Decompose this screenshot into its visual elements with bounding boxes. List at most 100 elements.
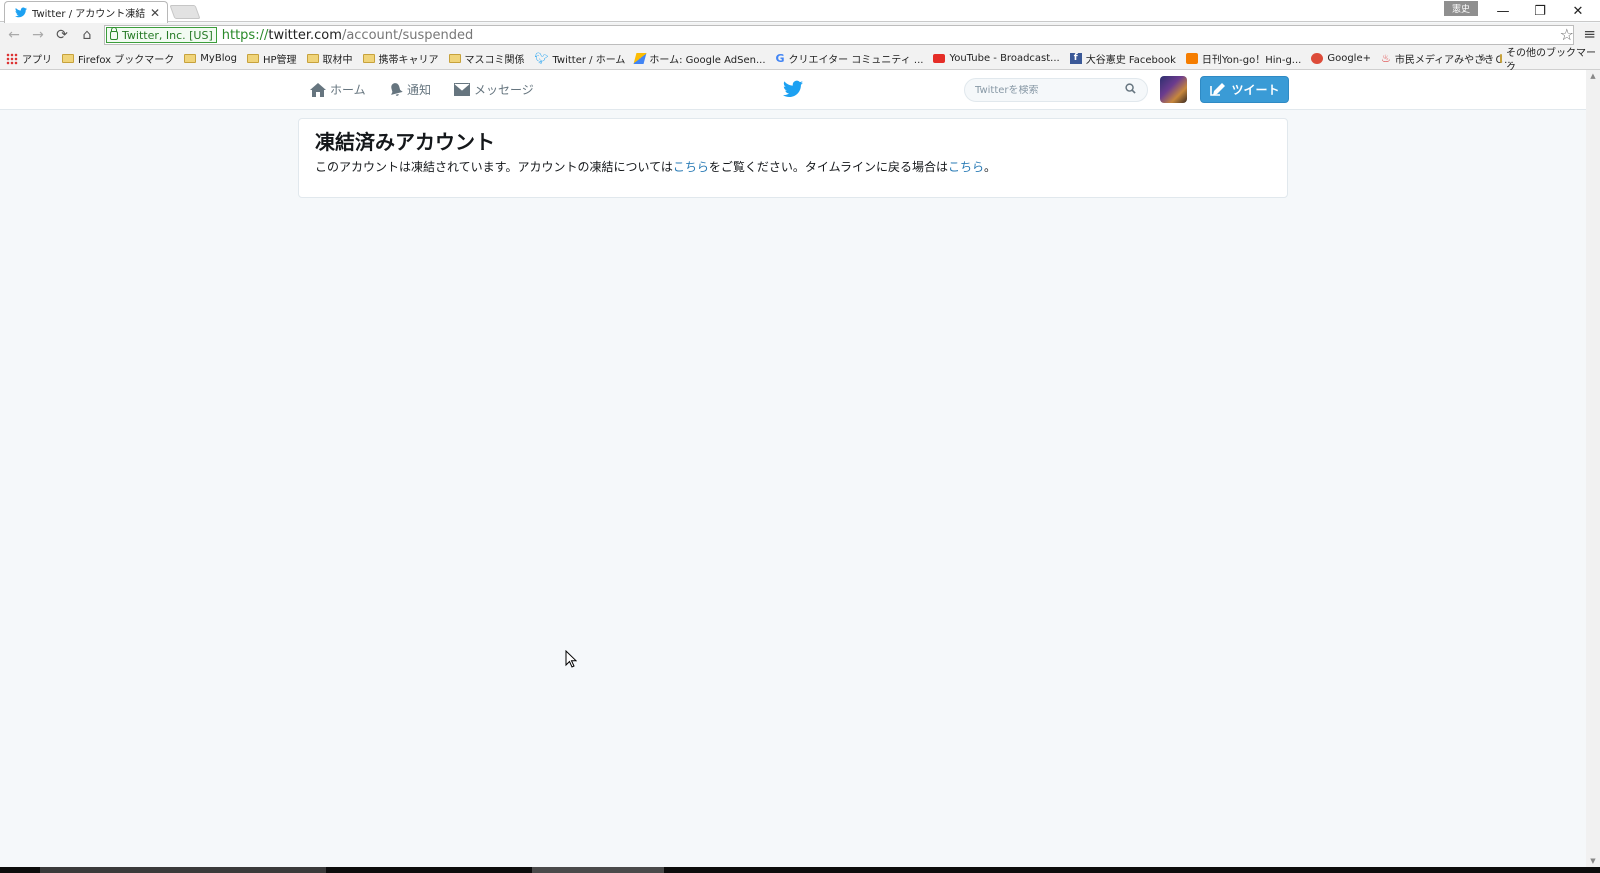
bookmark-item[interactable]: 取材中 bbox=[306, 51, 353, 66]
timeline-link[interactable]: こちら bbox=[948, 160, 984, 174]
security-chip[interactable]: Twitter, Inc. [US] bbox=[106, 26, 217, 43]
tweet-button[interactable]: ツイート bbox=[1200, 76, 1289, 103]
restore-button[interactable]: ❐ bbox=[1528, 2, 1552, 20]
google-plus-icon bbox=[1311, 53, 1324, 64]
bell-icon bbox=[391, 82, 403, 96]
back-button[interactable]: ← bbox=[5, 26, 23, 44]
browser-toolbar: ← → ⟳ ⌂ Twitter, Inc. [US] https://twitt… bbox=[0, 23, 1600, 48]
folder-icon bbox=[246, 54, 259, 63]
folder-icon bbox=[184, 54, 197, 63]
compose-icon bbox=[1210, 82, 1226, 96]
folder-icon bbox=[362, 54, 375, 63]
tweet-button-label: ツイート bbox=[1231, 83, 1280, 97]
bookmark-label: 日刊Yon-go！Hin-g... bbox=[1201, 55, 1302, 66]
bookmark-label: Google+ bbox=[1327, 53, 1371, 64]
os-taskbar bbox=[0, 867, 1600, 873]
twitter-bird-icon bbox=[15, 7, 27, 18]
bookmark-label: YouTube - Broadcast... bbox=[949, 53, 1060, 64]
message-text: このアカウントは凍結されています。アカウントの凍結については bbox=[315, 160, 673, 174]
facebook-icon: f bbox=[1069, 53, 1082, 64]
bookmark-item[interactable]: マスコミ関係 bbox=[448, 51, 525, 66]
folder-icon bbox=[1500, 54, 1502, 63]
message-text: をご覧ください。タイムラインに戻る場合は bbox=[708, 160, 949, 174]
bookmark-label: マスコミ関係 bbox=[464, 55, 525, 66]
bookmarks-overflow-icon[interactable]: » bbox=[1480, 52, 1487, 65]
scroll-down-icon[interactable]: ▼ bbox=[1586, 855, 1600, 867]
bookmark-label: MyBlog bbox=[200, 53, 237, 64]
bookmark-label: 取材中 bbox=[322, 55, 353, 66]
lock-icon bbox=[110, 26, 118, 40]
window-close-button[interactable]: ✕ bbox=[1566, 2, 1590, 20]
google-icon: G bbox=[775, 52, 785, 65]
twitter-navbar: ホーム 通知 メッセージ ツイート bbox=[0, 70, 1586, 110]
bookmark-label: 市民メディアみやざきＣ... bbox=[1394, 55, 1514, 66]
bookmark-item[interactable]: 🐦︎ Twitter / ホーム bbox=[535, 51, 626, 66]
youtube-icon bbox=[933, 54, 946, 63]
bookmark-item[interactable]: アプリ bbox=[6, 51, 52, 66]
bookmark-label: HP管理 bbox=[262, 55, 297, 66]
envelope-icon bbox=[454, 83, 470, 96]
nav-notifications[interactable]: 通知 bbox=[389, 81, 431, 98]
taskbar-item[interactable] bbox=[532, 867, 664, 873]
bookmark-item[interactable]: Firefox ブックマーク bbox=[62, 51, 174, 66]
bookmark-label: クリエイター コミュニティ ... bbox=[788, 55, 924, 66]
new-tab-button[interactable] bbox=[169, 5, 201, 19]
minimize-button[interactable]: — bbox=[1491, 2, 1515, 20]
blogger-icon bbox=[1185, 53, 1198, 64]
bookmark-label: ホーム: Google AdSen... bbox=[649, 55, 766, 66]
message-text: 。 bbox=[984, 160, 997, 174]
reload-button[interactable]: ⟳ bbox=[53, 26, 71, 44]
folder-icon bbox=[306, 54, 319, 63]
bookmark-label: Twitter / ホーム bbox=[552, 55, 626, 66]
taskbar-item[interactable] bbox=[40, 867, 326, 873]
tab-close-icon[interactable]: ✕ bbox=[149, 6, 161, 20]
apps-icon bbox=[6, 52, 18, 65]
bookmark-item[interactable]: ♨ 市民メディアみやざきＣ... bbox=[1381, 51, 1514, 66]
folder-icon bbox=[62, 54, 74, 63]
home-icon bbox=[310, 82, 326, 97]
bookmark-item[interactable]: MyBlog bbox=[184, 53, 237, 64]
bookmark-item[interactable]: HP管理 bbox=[246, 51, 297, 66]
bookmark-item[interactable]: 日刊Yon-go！Hin-g... bbox=[1185, 51, 1302, 66]
bookmark-label: Firefox ブックマーク bbox=[78, 55, 175, 66]
suspension-info-link[interactable]: こちら bbox=[673, 160, 709, 174]
bookmark-star-icon[interactable]: ☆ bbox=[1560, 25, 1574, 44]
bookmark-item[interactable]: 携帯キャリア bbox=[362, 51, 439, 66]
search-input[interactable] bbox=[975, 84, 1125, 96]
profile-badge[interactable]: 憲史 bbox=[1444, 1, 1478, 16]
media-icon: ♨ bbox=[1381, 52, 1391, 65]
url-path: /account/suspended bbox=[341, 27, 474, 43]
twitter-logo-icon[interactable] bbox=[783, 79, 803, 99]
other-bookmarks[interactable]: その他のブックマーク bbox=[1500, 44, 1600, 74]
scroll-up-icon[interactable]: ▲ bbox=[1586, 70, 1600, 82]
security-chip-label: Twitter, Inc. [US] bbox=[122, 28, 213, 42]
bookmark-item[interactable]: f 大谷憲史 Facebook bbox=[1069, 51, 1176, 66]
window-titlebar: Twitter / アカウント凍結 ✕ 憲史 — ❐ ✕ bbox=[0, 0, 1600, 23]
bookmark-item[interactable]: YouTube - Broadcast... bbox=[933, 53, 1060, 64]
folder-icon bbox=[448, 54, 461, 63]
browser-tab-active[interactable]: Twitter / アカウント凍結 ✕ bbox=[4, 1, 168, 23]
nav-messages[interactable]: メッセージ bbox=[454, 81, 534, 98]
nav-home-label: ホーム bbox=[330, 83, 366, 97]
mouse-cursor-icon bbox=[565, 650, 577, 668]
bookmark-item[interactable]: Google+ bbox=[1311, 53, 1371, 64]
avatar[interactable] bbox=[1160, 76, 1187, 103]
tab-title: Twitter / アカウント凍結 bbox=[32, 9, 146, 20]
bookmark-label: 携帯キャリア bbox=[378, 55, 439, 66]
nav-home[interactable]: ホーム bbox=[310, 81, 366, 98]
address-bar[interactable]: Twitter, Inc. [US] https://twitter.com/a… bbox=[104, 25, 1574, 45]
forward-button[interactable]: → bbox=[29, 26, 47, 44]
browser-menu-icon[interactable]: ≡ bbox=[1583, 25, 1596, 43]
bookmark-item[interactable]: ホーム: Google AdSen... bbox=[633, 51, 766, 66]
bookmark-label: アプリ bbox=[22, 55, 52, 66]
bookmark-item[interactable]: G クリエイター コミュニティ ... bbox=[776, 51, 924, 66]
search-icon[interactable] bbox=[1125, 83, 1136, 97]
page-scrollbar[interactable]: ▲ ▼ bbox=[1586, 70, 1600, 867]
twitter-search bbox=[964, 78, 1148, 102]
home-button[interactable]: ⌂ bbox=[78, 26, 96, 44]
suspended-account-card: 凍結済みアカウント このアカウントは凍結されています。アカウントの凍結については… bbox=[298, 118, 1288, 198]
url-text: https://twitter.com/account/suspended bbox=[222, 28, 474, 43]
adsense-icon bbox=[633, 53, 647, 64]
url-host: twitter.com bbox=[268, 27, 342, 43]
url-scheme: https:// bbox=[221, 27, 269, 43]
